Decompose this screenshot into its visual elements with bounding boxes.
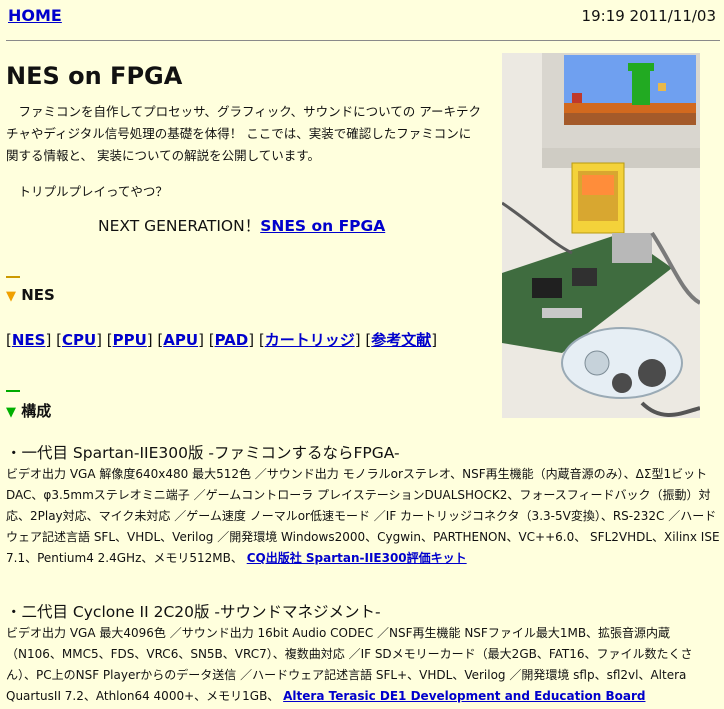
snes-on-fpga-link[interactable]: SNES on FPGA: [260, 217, 385, 235]
config-section-heading: ▼ 構成: [6, 400, 51, 421]
gen1-title: ・一代目 Spartan-IIE300版 -ファミコンするならFPGA-: [6, 444, 400, 462]
config-section-label: 構成: [21, 402, 52, 420]
nav-link-pad[interactable]: PAD: [215, 331, 249, 349]
nes-section-label: NES: [21, 286, 55, 304]
gen1-kit-link[interactable]: CQ出版社 Spartan-IIE300評価キット: [247, 551, 467, 565]
green-triangle-icon: ▼: [6, 405, 16, 420]
header-divider: [6, 40, 720, 41]
next-generation-label: NEXT GENERATION！: [98, 217, 261, 235]
nav-link-ppu[interactable]: PPU: [113, 331, 147, 349]
gen2-title: ・二代目 Cyclone II 2C20版 -サウンドマネジメント-: [6, 603, 381, 621]
gen2-board-link[interactable]: Altera Terasic DE1 Development and Educa…: [283, 689, 645, 703]
nes-section-marker: [6, 276, 20, 278]
page-title: NES on FPGA: [6, 62, 183, 90]
nav-link-cpu[interactable]: CPU: [62, 331, 96, 349]
tagline-label: トリプルプレイってやつ？: [18, 184, 168, 199]
nav-link-apu[interactable]: APU: [163, 331, 198, 349]
intro-text: ファミコンを自作してプロセッサ、グラフィック、サウンドについての アーキテクチャ…: [6, 104, 481, 163]
top-bar: HOME 19:19 2011/11/03: [0, 0, 724, 40]
nes-section-heading: ▼ NES: [6, 286, 55, 304]
nav-link-cartridge[interactable]: カートリッジ: [265, 331, 355, 349]
orange-triangle-icon: ▼: [6, 289, 16, 304]
nes-fpga-photo: [502, 53, 700, 418]
home-link[interactable]: HOME: [8, 6, 62, 25]
tagline-text: トリプルプレイってやつ？: [6, 181, 168, 200]
timestamp: 19:19 2011/11/03: [581, 7, 716, 25]
nav-link-references[interactable]: 参考文献: [371, 331, 431, 349]
gen1-description: ビデオ出力 VGA 解像度640x480 最大512色 ／サウンド出力 モノラル…: [6, 464, 720, 569]
photo-illustration: [502, 53, 700, 418]
config-section-marker: [6, 390, 20, 392]
next-generation-line: NEXT GENERATION！SNES on FPGA: [98, 214, 385, 236]
nav-links: [NES] [CPU] [PPU] [APU] [PAD] [カートリッジ] […: [6, 331, 438, 349]
nav-link-nes[interactable]: NES: [12, 331, 46, 349]
gen2-description: ビデオ出力 VGA 最大4096色 ／サウンド出力 16bit Audio CO…: [6, 623, 720, 707]
